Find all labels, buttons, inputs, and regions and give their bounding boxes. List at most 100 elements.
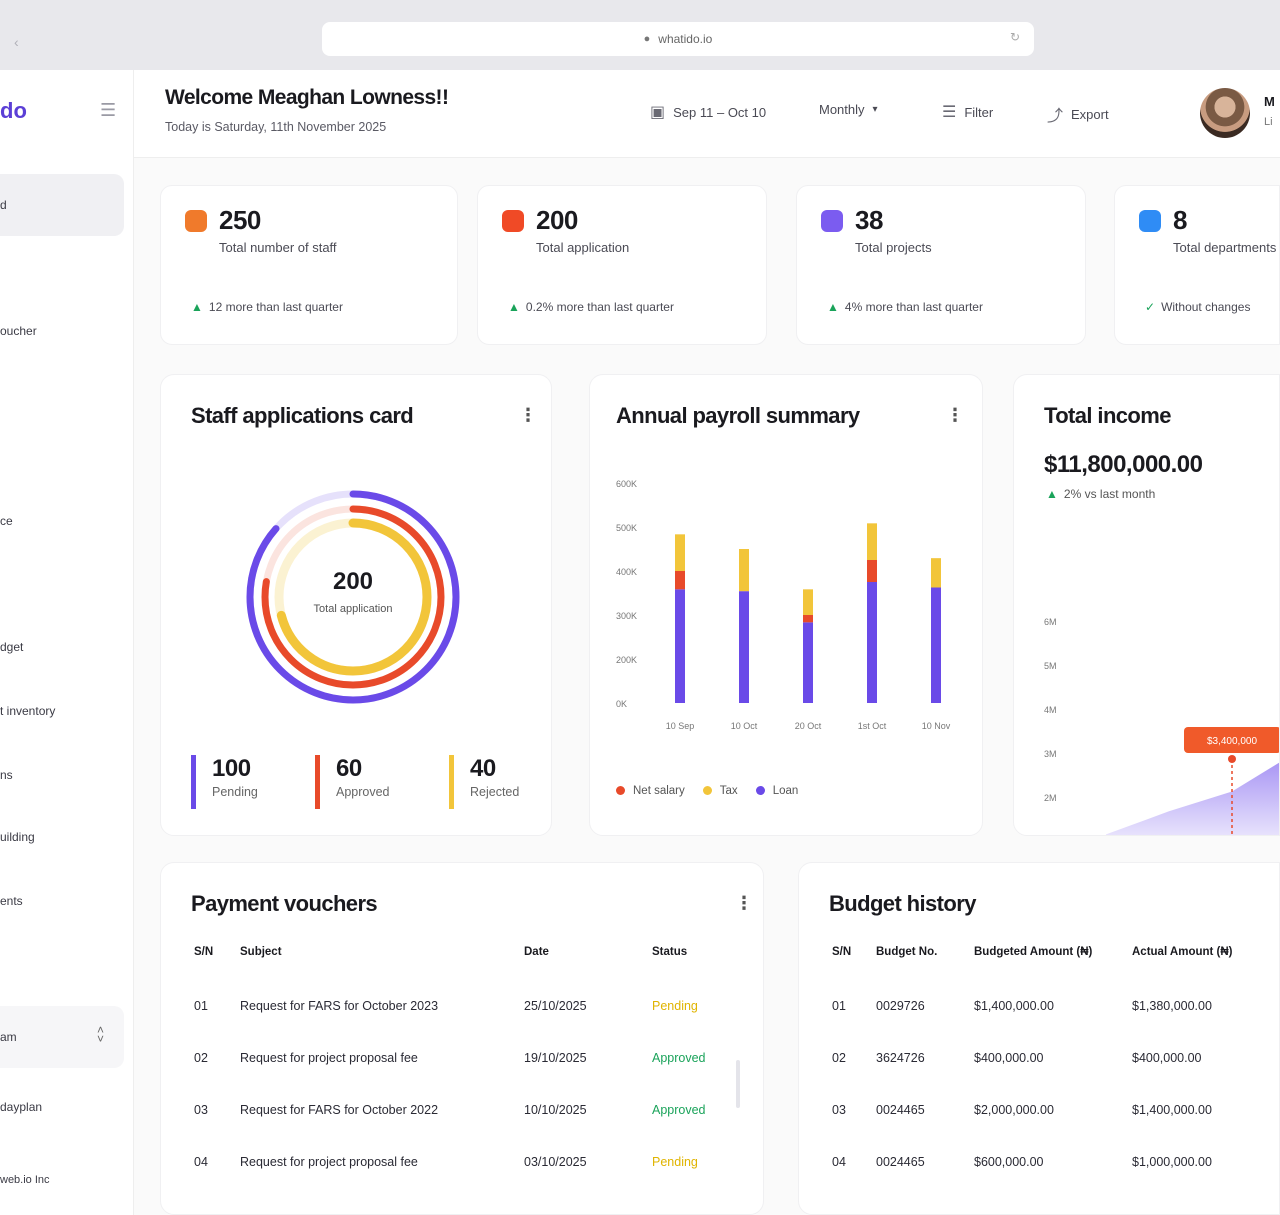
sidebar-item-finance[interactable]: ce — [0, 490, 124, 552]
sidebar-item-plan[interactable]: dayplan — [0, 1076, 124, 1138]
bar-segment-net-salary — [675, 571, 685, 590]
sidebar-item-6[interactable] — [0, 554, 124, 616]
payment-vouchers-table: S/N Subject Date Status 01 Request for F… — [194, 946, 724, 1188]
sidebar-item-4[interactable] — [0, 364, 124, 426]
cell-sn: 02 — [832, 1051, 846, 1065]
y-tick-label: 4M — [1044, 705, 1057, 715]
table-row[interactable]: 03 Request for FARS for October 2022 10/… — [194, 1084, 724, 1136]
legend-net-salary: Net salary — [616, 785, 685, 797]
calendar-icon: ▣ — [650, 104, 666, 121]
period-select[interactable]: Monthly ▾ — [819, 102, 878, 117]
table-row[interactable]: 01 0029726 $1,400,000.00 $1,380,000.00 — [832, 980, 1280, 1032]
pending-stat: 100 Pending — [191, 755, 258, 809]
cell-actual-amount: $1,400,000.00 — [1132, 1103, 1212, 1117]
payroll-legend: Net salary Tax Loan — [616, 785, 798, 797]
sidebar-item-2[interactable] — [0, 236, 124, 298]
sidebar-item-label: dget — [0, 640, 24, 654]
stat-label: Total application — [536, 240, 630, 255]
bar-segment-tax — [803, 589, 813, 615]
status-badge: Pending — [652, 999, 698, 1013]
legend-dot — [616, 786, 625, 795]
bar-segment-net-salary — [803, 615, 813, 623]
stat-label: Total departments — [1173, 240, 1277, 255]
stat-card-departments: 8 Total departments ✓ Without changes — [1114, 185, 1280, 345]
donut-center-label: Total application — [314, 603, 393, 615]
tooltip-marker — [1228, 755, 1236, 763]
table-row[interactable]: 02 3624726 $400,000.00 $400,000.00 — [832, 1032, 1280, 1084]
sidebar-item-label: d — [0, 198, 7, 212]
table-row[interactable]: 02 Request for project proposal fee 19/1… — [194, 1032, 724, 1084]
cell-actual-amount: $1,380,000.00 — [1132, 999, 1212, 1013]
cell-subject: Request for project proposal fee — [240, 1051, 418, 1065]
cell-sn: 04 — [194, 1155, 208, 1169]
sidebar-footer-org: web.io Inc — [0, 1160, 124, 1200]
staff-icon — [185, 210, 207, 232]
column-header: S/N — [194, 946, 214, 958]
total-income-card: Total income $11,800,000.00 ▲ 2% vs last … — [1013, 374, 1280, 836]
stat-value: 200 — [536, 205, 578, 235]
table-header-row: S/N Subject Date Status — [194, 946, 724, 980]
chevron-up-down-icon: ˄ ˅ — [96, 1023, 104, 1046]
y-tick-label: 300K — [616, 611, 637, 621]
y-tick-label: 200K — [616, 655, 637, 665]
export-icon: ⤴ — [1047, 108, 1064, 125]
column-header: S/N — [832, 946, 852, 958]
cell-sn: 02 — [194, 1051, 208, 1065]
x-tick-label: 1st Oct — [858, 721, 887, 731]
stat-card-staff: 250 Total number of staff ▲ 12 more than … — [160, 185, 458, 345]
card-title: Budget history — [829, 891, 976, 916]
stat-value: 38 — [855, 205, 883, 235]
sidebar-item-payment-voucher[interactable]: oucher — [0, 300, 124, 362]
sidebar-item-budget[interactable]: dget — [0, 616, 124, 678]
bar-segment-loan — [803, 622, 813, 703]
address-bar[interactable]: ● whatido.io ↻ — [322, 22, 1034, 56]
card-title: Payment vouchers — [191, 891, 378, 916]
table-header-row: S/N Budget No. Budgeted Amount (₦) Actua… — [832, 946, 1280, 980]
table-row[interactable]: 03 0024465 $2,000,000.00 $1,400,000.00 — [832, 1084, 1280, 1136]
sidebar-item-dashboard[interactable]: d — [0, 174, 124, 236]
table-row[interactable]: 04 0024465 $600,000.00 $1,000,000.00 — [832, 1136, 1280, 1188]
y-tick-label: 5M — [1044, 661, 1057, 671]
cell-budgeted-amount: $2,000,000.00 — [974, 1103, 1054, 1117]
rejected-label: Rejected — [470, 785, 520, 799]
scrollbar[interactable] — [736, 1060, 740, 1108]
sidebar-item-building[interactable]: uilding — [0, 806, 124, 868]
sidebar-item-label: oucher — [0, 324, 37, 338]
sidebar-item-documents[interactable]: ents — [0, 870, 124, 932]
export-button[interactable]: ⤴ Export — [1047, 102, 1109, 126]
org-switcher[interactable]: am ˄ ˅ — [0, 1006, 124, 1068]
cell-actual-amount: $400,000.00 — [1132, 1051, 1202, 1065]
income-area — [1106, 762, 1279, 835]
more-options-icon[interactable]: ⋮ — [735, 893, 753, 914]
payroll-bar-chart: 600K 500K 400K 300K 200K 0K 10 Sep 10 Oct 20 Oct… — [616, 479, 951, 731]
table-row[interactable]: 04 Request for project proposal fee 03/1… — [194, 1136, 724, 1188]
cell-date: 03/10/2025 — [524, 1155, 587, 1169]
sidebar-item-notifications[interactable]: ns — [0, 744, 124, 806]
projects-icon — [821, 210, 843, 232]
x-tick-label: 10 Nov — [922, 721, 951, 731]
stat-delta: ✓ Without changes — [1145, 300, 1250, 314]
back-icon[interactable]: ‹ — [14, 34, 19, 50]
rejected-value: 40 — [470, 755, 496, 782]
stat-delta: ▲ 0.2% more than last quarter — [508, 300, 674, 314]
legend-dot — [755, 786, 765, 795]
reload-icon[interactable]: ↻ — [1010, 30, 1020, 44]
menu-collapse-icon[interactable]: ☰ — [100, 100, 116, 121]
legend-tax: Tax — [702, 785, 738, 797]
user-role: Li — [1264, 116, 1273, 128]
stat-delta-text: 12 more than last quarter — [208, 300, 343, 314]
cell-subject: Request for FARS for October 2023 — [240, 999, 439, 1013]
date-range-picker[interactable]: ▣ Sep 11 – Oct 10 — [650, 102, 766, 122]
sidebar: do ☰ d oucher ce dget t inventory ns uil… — [0, 70, 134, 1215]
sidebar-item-inventory[interactable]: t inventory — [0, 680, 124, 742]
filter-button[interactable]: ☰ Filter — [942, 102, 993, 122]
trend-up-icon: ▲ — [191, 300, 203, 314]
avatar[interactable] — [1200, 88, 1250, 138]
table-row[interactable]: 01 Request for FARS for October 2023 25/… — [194, 980, 724, 1032]
x-tick-label: 10 Oct — [731, 721, 758, 731]
column-header: Date — [524, 946, 549, 958]
cell-date: 19/10/2025 — [524, 1051, 587, 1065]
cell-budgeted-amount: $1,400,000.00 — [974, 999, 1054, 1013]
pending-label: Pending — [212, 785, 258, 799]
sidebar-item-label: dayplan — [0, 1100, 43, 1114]
